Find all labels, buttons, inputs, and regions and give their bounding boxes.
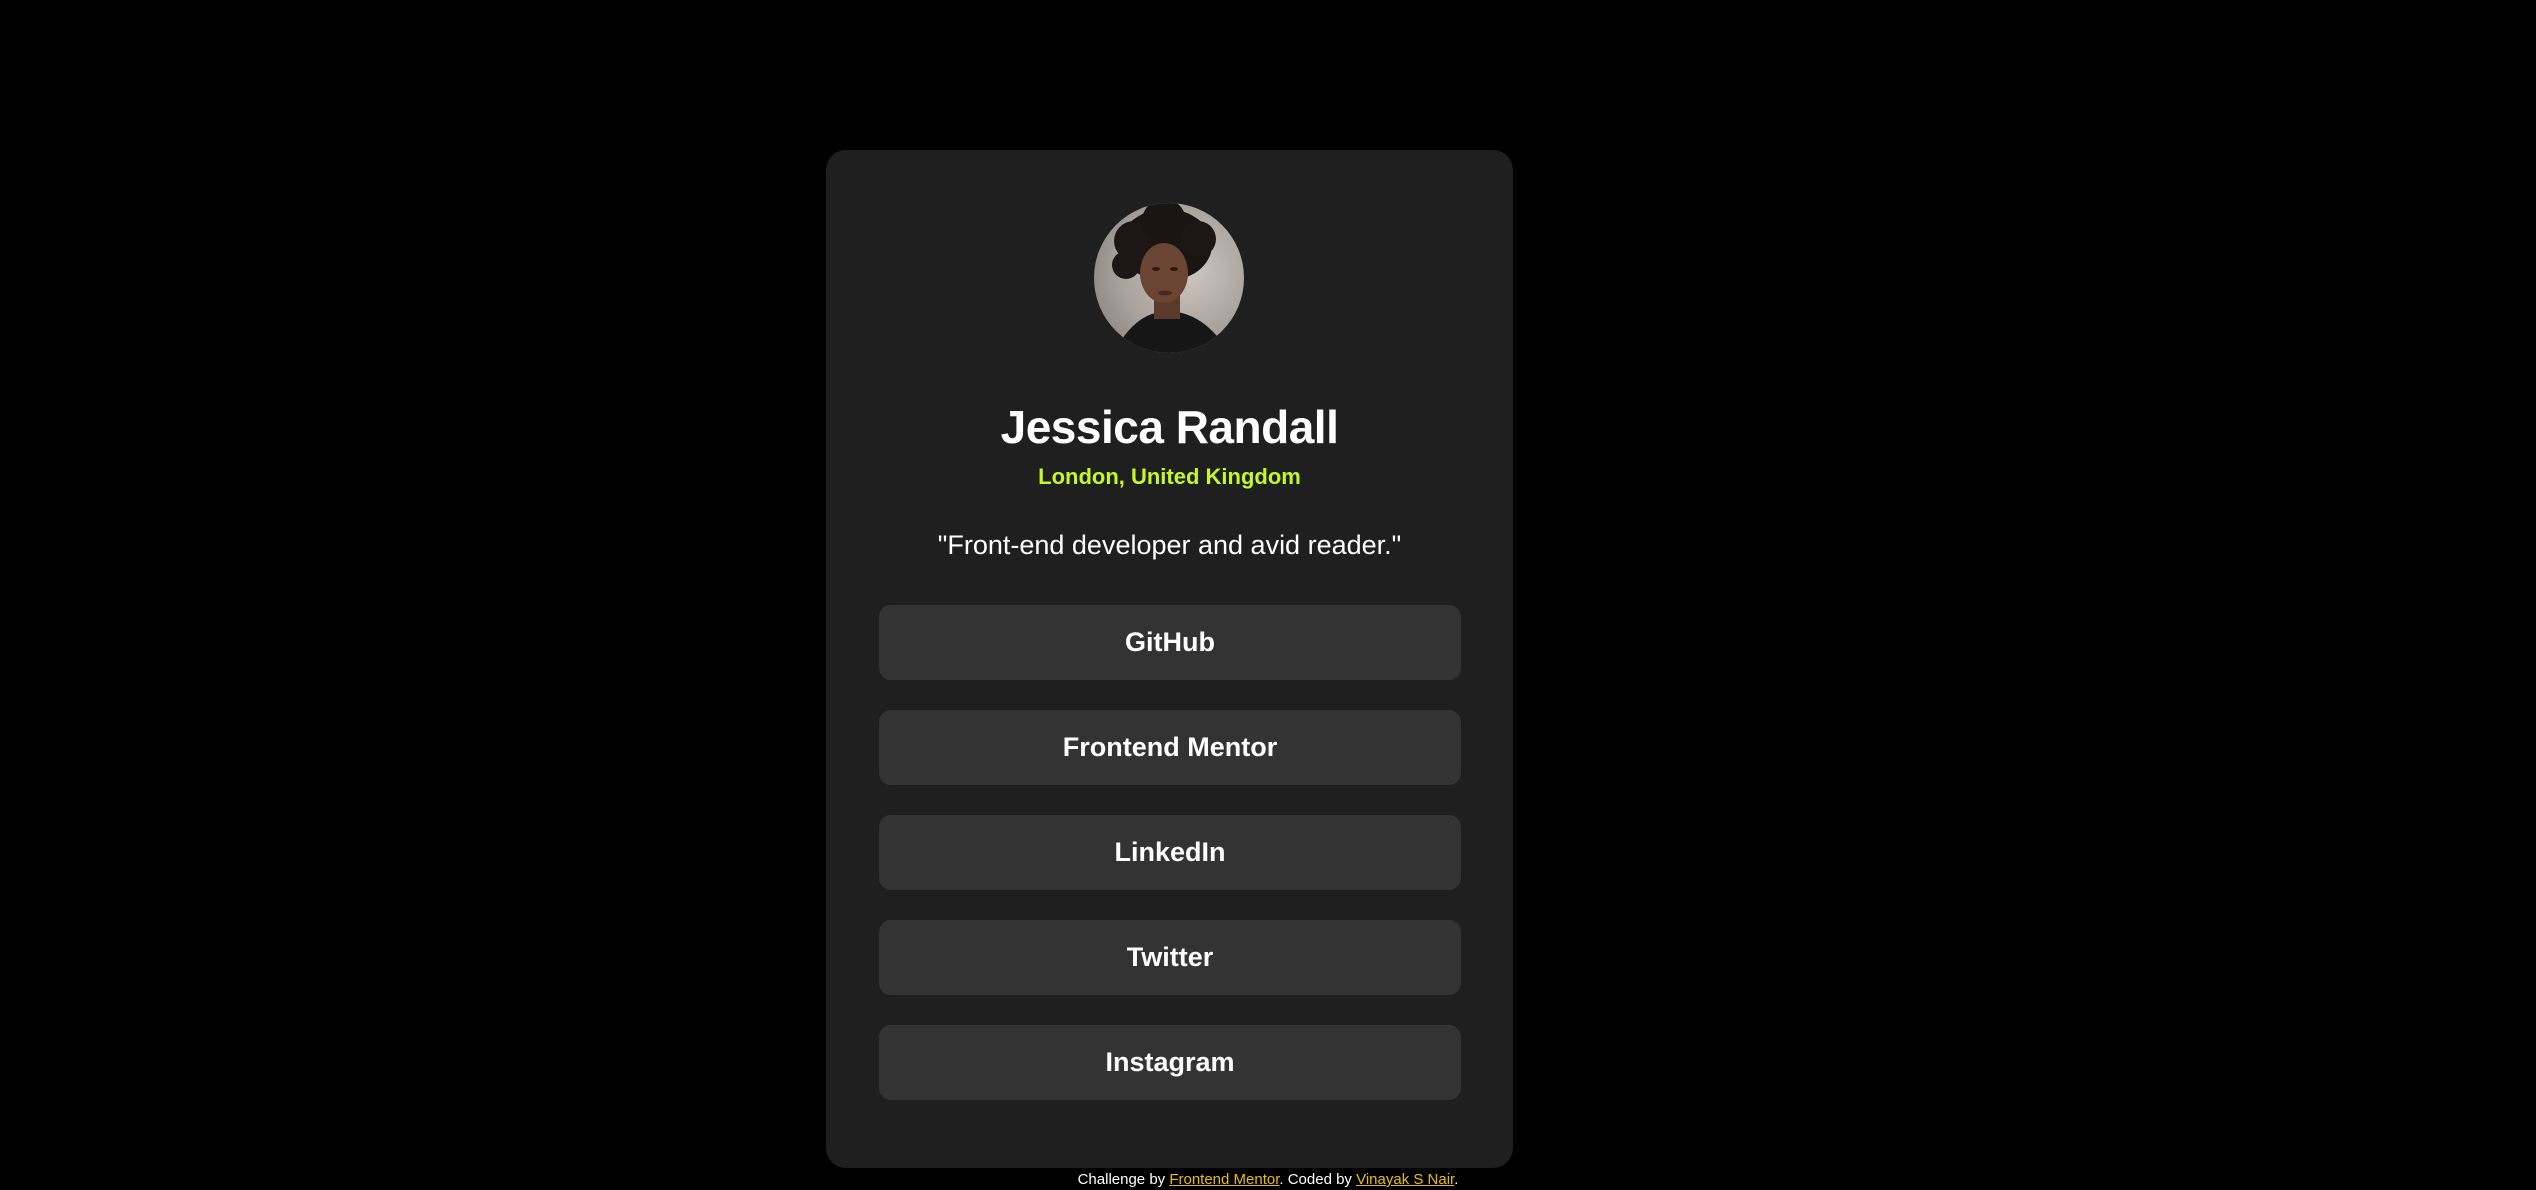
profile-card: Jessica Randall London, United Kingdom "… [826,150,1513,1168]
social-links-list: GitHub Frontend Mentor LinkedIn Twitter … [879,605,1461,1130]
github-link-button[interactable]: GitHub [879,605,1461,680]
attribution-suffix: . [1454,1171,1459,1188]
list-item: GitHub [879,605,1461,680]
author-link[interactable]: Vinayak S Nair [1356,1171,1454,1188]
list-item: LinkedIn [879,815,1461,890]
profile-location: London, United Kingdom [1038,464,1301,489]
instagram-link-button[interactable]: Instagram [879,1025,1461,1100]
list-item: Instagram [879,1025,1461,1100]
twitter-link-button[interactable]: Twitter [879,920,1461,995]
profile-bio: "Front-end developer and avid reader." [937,530,1402,560]
attribution-prefix: Challenge by [1077,1171,1170,1188]
attribution-middle: . Coded by [1279,1171,1357,1188]
frontend-mentor-attribution-link[interactable]: Frontend Mentor [1169,1171,1279,1188]
frontend-mentor-link-button[interactable]: Frontend Mentor [879,710,1461,785]
avatar [1094,203,1244,353]
profile-name: Jessica Randall [1000,401,1339,453]
list-item: Twitter [879,920,1461,995]
avatar-photo [1112,203,1229,353]
linkedin-link-button[interactable]: LinkedIn [879,815,1461,890]
attribution: Challenge by Frontend Mentor. Coded by V… [0,1170,2536,1190]
list-item: Frontend Mentor [879,710,1461,785]
